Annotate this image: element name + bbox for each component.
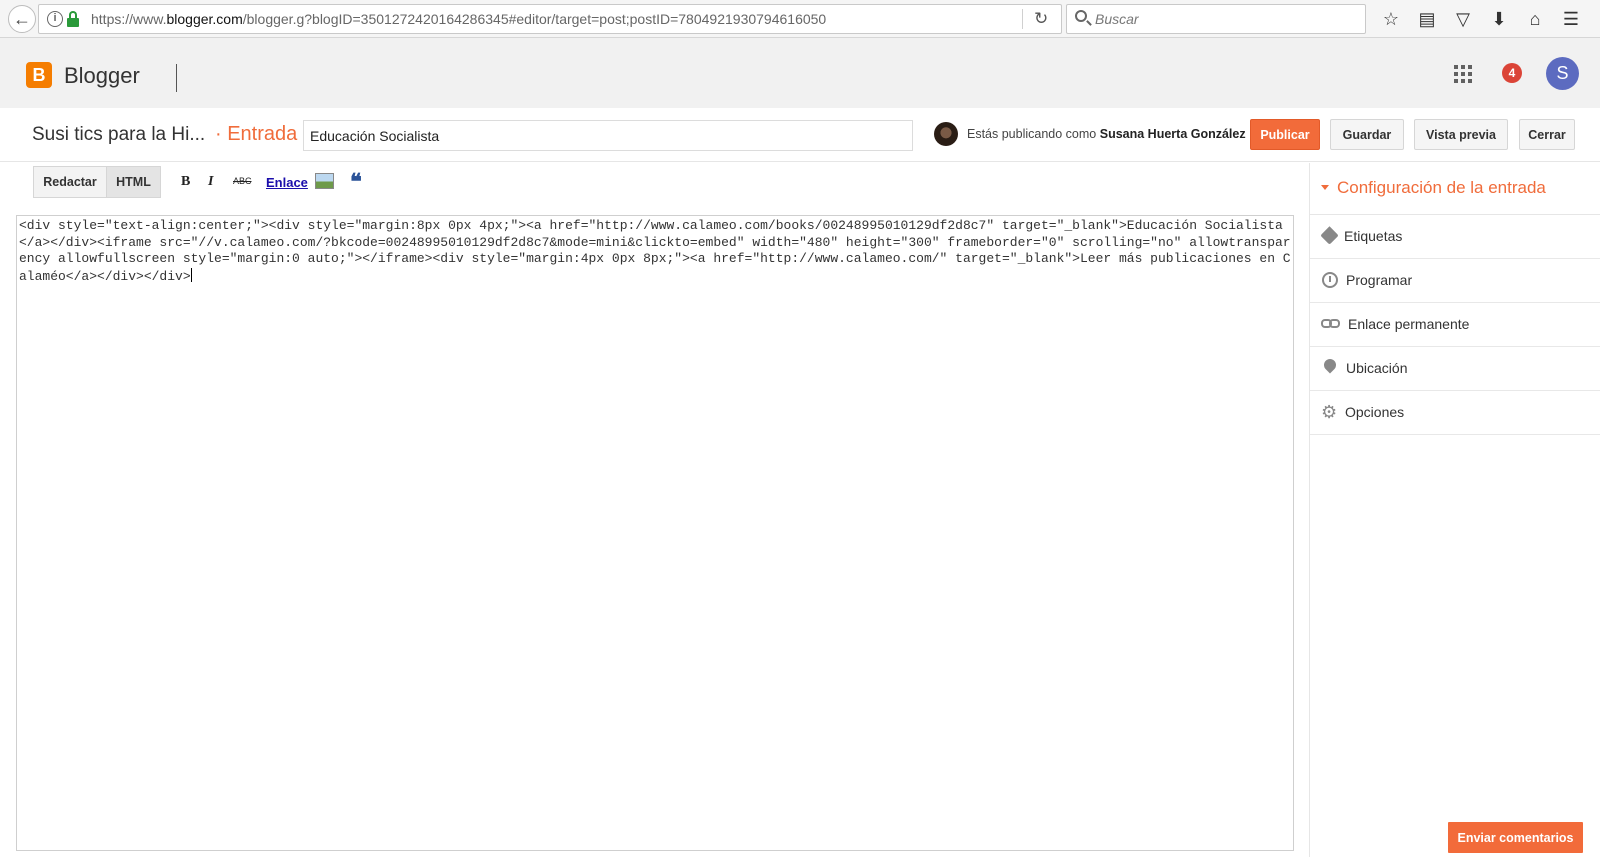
user-avatar[interactable]: S <box>1546 57 1579 90</box>
reload-icon[interactable]: ↻ <box>1034 9 1048 29</box>
info-icon[interactable]: i <box>47 11 63 27</box>
editor-toolbar: Redactar HTML B I ABC Enlace ❝ <box>0 163 1309 205</box>
tag-icon <box>1320 226 1339 245</box>
italic-button[interactable]: I <box>208 174 213 190</box>
sidebar-item-label: Etiquetas <box>1344 228 1403 244</box>
clock-icon <box>1322 272 1338 288</box>
header-divider <box>176 64 177 92</box>
link-icon <box>1321 319 1341 328</box>
html-mode-button[interactable]: HTML <box>106 166 161 198</box>
compose-mode-button[interactable]: Redactar <box>33 166 107 198</box>
author-avatar <box>934 122 958 146</box>
location-pin-icon <box>1321 356 1339 374</box>
browser-toolbar-icons: ☆ ▤ ▽ ⬇ ⌂ ☰ <box>1376 4 1586 34</box>
sidebar-item-permalink[interactable]: Enlace permanente <box>1310 303 1600 347</box>
save-button[interactable]: Guardar <box>1330 119 1404 150</box>
gear-icon: ⚙ <box>1321 402 1338 422</box>
author-name: Susana Huerta González <box>1099 127 1246 141</box>
bold-button[interactable]: B <box>181 174 190 190</box>
sidebar-item-schedule[interactable]: Programar <box>1310 259 1600 303</box>
reading-list-icon[interactable]: ▤ <box>1412 4 1442 34</box>
search-icon <box>1075 10 1087 22</box>
browser-toolbar: ← i https://www.blogger.com/blogger.g?bl… <box>0 0 1600 38</box>
preview-button[interactable]: Vista previa <box>1414 119 1508 150</box>
post-header: Susi tics para la Hi... · Entrada Estás … <box>0 108 1600 162</box>
sidebar-item-label: Ubicación <box>1346 360 1408 376</box>
insert-image-icon[interactable] <box>315 173 334 189</box>
post-title-input[interactable] <box>303 120 913 151</box>
caret-down-icon <box>1321 185 1329 190</box>
sidebar-item-options[interactable]: ⚙ Opciones <box>1310 391 1600 435</box>
html-editor-textarea[interactable]: <div style="text-align:center;"><div sty… <box>16 215 1294 851</box>
search-placeholder: Buscar <box>1095 11 1139 27</box>
back-arrow-icon[interactable]: ← <box>8 5 36 33</box>
url-text[interactable]: https://www.blogger.com/blogger.g?blogID… <box>91 11 826 27</box>
apps-grid-icon[interactable] <box>1454 65 1472 83</box>
sidebar-item-location[interactable]: Ubicación <box>1310 347 1600 391</box>
bookmark-star-icon[interactable]: ☆ <box>1376 4 1406 34</box>
home-icon[interactable]: ⌂ <box>1520 4 1550 34</box>
lock-icon <box>67 11 79 27</box>
quote-icon[interactable]: ❝ <box>350 169 362 195</box>
download-icon[interactable]: ⬇ <box>1484 4 1514 34</box>
sidebar-item-label: Programar <box>1346 272 1413 288</box>
app-header: B Blogger 4 S <box>0 38 1600 108</box>
sidebar-item-label: Opciones <box>1345 404 1405 420</box>
publish-button[interactable]: Publicar <box>1250 119 1320 150</box>
sidebar-item-labels[interactable]: Etiquetas <box>1310 215 1600 259</box>
pocket-icon[interactable]: ▽ <box>1448 4 1478 34</box>
html-code: <div style="text-align:center;"><div sty… <box>19 218 1291 284</box>
app-name[interactable]: Blogger <box>64 63 140 89</box>
blog-title[interactable]: Susi tics para la Hi... <box>32 124 205 146</box>
strikethrough-button[interactable]: ABC <box>233 176 252 186</box>
post-settings-header[interactable]: Configuración de la entrada <box>1310 163 1600 215</box>
notification-badge[interactable]: 4 <box>1502 63 1522 83</box>
url-divider <box>1022 9 1023 29</box>
blogger-logo-icon[interactable]: B <box>26 62 52 88</box>
send-feedback-button[interactable]: Enviar comentarios <box>1448 822 1583 853</box>
post-settings-sidebar: Configuración de la entrada Etiquetas Pr… <box>1309 163 1600 857</box>
close-button[interactable]: Cerrar <box>1519 119 1575 150</box>
post-settings-title: Configuración de la entrada <box>1337 178 1546 197</box>
menu-icon[interactable]: ☰ <box>1556 4 1586 34</box>
text-caret <box>190 267 192 282</box>
post-kind-label: · Entrada <box>215 123 298 145</box>
url-bar[interactable]: i https://www.blogger.com/blogger.g?blog… <box>38 4 1062 34</box>
publishing-as-text: Estás publicando como Susana Huerta Gonz… <box>967 127 1246 141</box>
sidebar-item-label: Enlace permanente <box>1348 316 1470 332</box>
browser-search-bar[interactable]: Buscar <box>1066 4 1366 34</box>
link-button[interactable]: Enlace <box>266 175 308 190</box>
